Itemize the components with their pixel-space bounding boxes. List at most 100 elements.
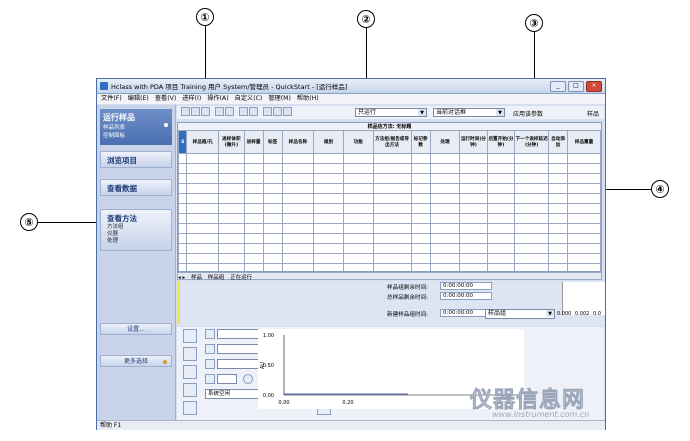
table-cell[interactable] <box>218 243 245 254</box>
table-cell[interactable] <box>186 253 220 264</box>
column-header[interactable]: 后置开始(分钟) <box>486 130 516 154</box>
table-cell[interactable] <box>459 223 488 234</box>
table-cell[interactable] <box>178 183 188 194</box>
table-cell[interactable] <box>342 253 374 264</box>
nav-browse-project[interactable]: 浏览项目 <box>100 151 172 168</box>
table-cell[interactable] <box>567 213 601 224</box>
cut-icon[interactable] <box>263 107 272 116</box>
table-cell[interactable] <box>243 203 264 214</box>
table-cell[interactable] <box>429 243 461 254</box>
table-cell[interactable] <box>313 193 344 204</box>
table-cell[interactable] <box>313 183 344 194</box>
table-cell[interactable] <box>262 153 283 164</box>
table-cell[interactable] <box>567 163 601 174</box>
table-cell[interactable] <box>567 223 601 234</box>
table-cell[interactable] <box>548 153 569 164</box>
table-cell[interactable] <box>410 153 431 164</box>
column-header[interactable]: 级别 <box>313 130 344 154</box>
menu-view[interactable]: 查看(V) <box>155 95 176 102</box>
nav-processing[interactable]: 处理 <box>107 238 171 245</box>
table-cell[interactable] <box>486 173 516 184</box>
table-cell[interactable] <box>342 213 374 224</box>
table-cell[interactable] <box>281 233 315 244</box>
table-cell[interactable] <box>410 263 431 271</box>
table-cell[interactable] <box>486 233 516 244</box>
table-cell[interactable] <box>186 183 220 194</box>
table-cell[interactable] <box>548 213 569 224</box>
table-cell[interactable] <box>313 173 344 184</box>
table-cell[interactable] <box>178 173 188 184</box>
apply-params-label[interactable]: 应用该参数 <box>513 109 543 118</box>
table-cell[interactable] <box>281 173 315 184</box>
table-cell[interactable] <box>262 263 283 271</box>
table-cell[interactable] <box>548 233 569 244</box>
refresh-icon[interactable] <box>191 107 200 116</box>
table-row[interactable] <box>178 263 601 271</box>
table-cell[interactable] <box>459 213 488 224</box>
table-cell[interactable] <box>567 233 601 244</box>
table-cell[interactable] <box>429 163 461 174</box>
menu-customize[interactable]: 自定义(C) <box>235 95 263 102</box>
table-cell[interactable] <box>243 223 264 234</box>
table-cell[interactable] <box>262 213 283 224</box>
column-header[interactable]: 标签 <box>262 130 283 154</box>
table-cell[interactable] <box>486 263 516 271</box>
table-cell[interactable] <box>410 193 431 204</box>
table-cell[interactable] <box>313 233 344 244</box>
table-cell[interactable] <box>313 243 344 254</box>
table-cell[interactable] <box>548 223 569 234</box>
table-cell[interactable] <box>486 163 516 174</box>
menu-inject[interactable]: 进样(I) <box>182 95 201 102</box>
table-cell[interactable] <box>218 263 245 271</box>
pump-icon[interactable] <box>183 329 197 343</box>
table-cell[interactable] <box>429 183 461 194</box>
column-header[interactable]: S <box>178 130 188 154</box>
table-cell[interactable] <box>410 213 431 224</box>
column-header[interactable]: 运行时间(分钟) <box>459 130 488 154</box>
table-cell[interactable] <box>186 243 220 254</box>
table-cell[interactable] <box>178 213 188 224</box>
table-cell[interactable] <box>459 193 488 204</box>
column-header[interactable]: 自动添加 <box>548 130 569 154</box>
table-cell[interactable] <box>342 263 374 271</box>
table-cell[interactable] <box>342 183 374 194</box>
valve-icon[interactable] <box>183 347 197 361</box>
table-cell[interactable] <box>262 243 283 254</box>
table-row[interactable] <box>178 243 601 254</box>
table-cell[interactable] <box>243 253 264 264</box>
table-cell[interactable] <box>313 213 344 224</box>
table-cell[interactable] <box>281 153 315 164</box>
table-cell[interactable] <box>567 193 601 204</box>
table-cell[interactable] <box>567 253 601 264</box>
nav-control-panel[interactable]: 控制面板 <box>103 131 169 139</box>
nav-method-set[interactable]: 方法组 <box>107 224 171 231</box>
table-cell[interactable] <box>342 243 374 254</box>
table-cell[interactable] <box>459 263 488 271</box>
table-cell[interactable] <box>186 163 220 174</box>
table-cell[interactable] <box>548 263 569 271</box>
table-cell[interactable] <box>459 173 488 184</box>
table-cell[interactable] <box>410 203 431 214</box>
sample-table[interactable]: S 样品瓶/孔 进样体积(微升) 进样量 标签 样品名称 级别 功能 方法组/报告或导出方法 标记… <box>178 130 601 271</box>
table-cell[interactable] <box>548 183 569 194</box>
column-header[interactable]: 样品瓶/孔 <box>186 130 220 154</box>
table-cell[interactable] <box>281 253 315 264</box>
table-cell[interactable] <box>567 173 601 184</box>
table-cell[interactable] <box>567 183 601 194</box>
table-cell[interactable] <box>486 183 516 194</box>
table-cell[interactable] <box>262 183 283 194</box>
table-row[interactable] <box>178 203 601 214</box>
table-cell[interactable] <box>486 243 516 254</box>
table-row[interactable] <box>178 223 601 234</box>
table-cell[interactable] <box>186 193 220 204</box>
table-cell[interactable] <box>186 233 220 244</box>
table-cell[interactable] <box>262 173 283 184</box>
table-cell[interactable] <box>372 213 412 224</box>
table-cell[interactable] <box>281 223 315 234</box>
menu-file[interactable]: 文件(F) <box>101 95 122 102</box>
table-cell[interactable] <box>313 223 344 234</box>
table-cell[interactable] <box>243 213 264 224</box>
more-options-button[interactable]: 更多选择 <box>100 355 172 367</box>
table-cell[interactable] <box>218 153 245 164</box>
table-cell[interactable] <box>514 153 550 164</box>
